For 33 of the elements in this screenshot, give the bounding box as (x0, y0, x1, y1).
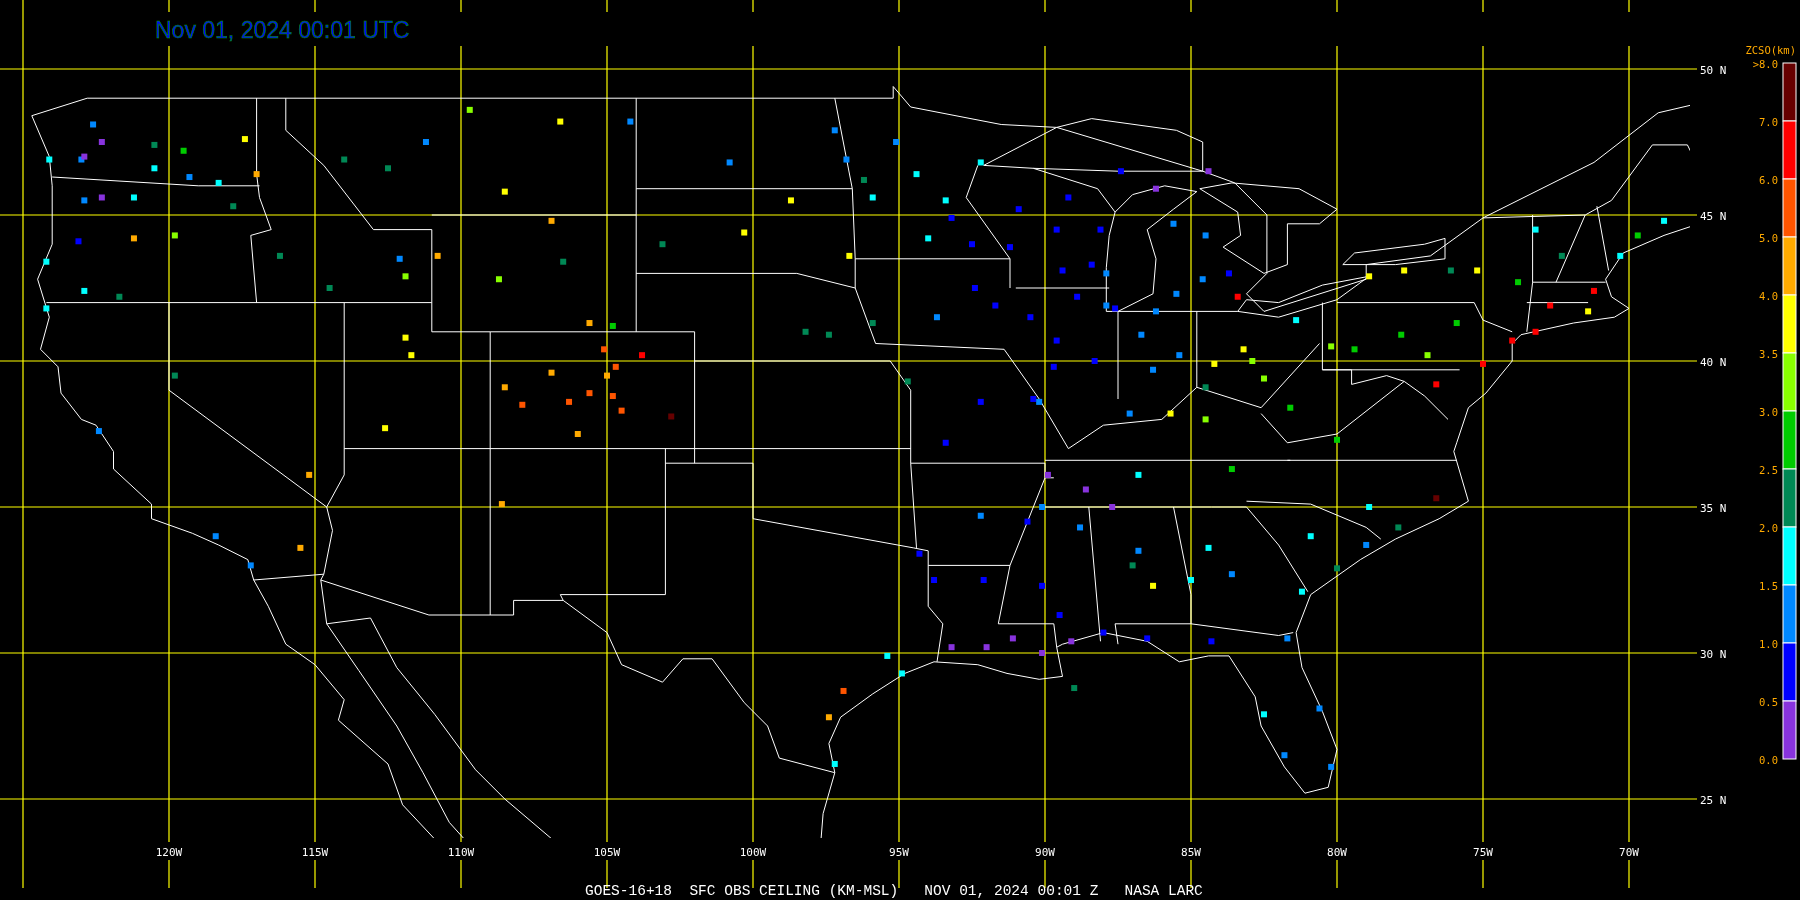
product-caption: GOES-16+18 SFC OBS CEILING (KM-MSL) NOV 01, 2024 00:01 Z NASA LARC (585, 883, 1203, 899)
longitude-label: 80W (1327, 846, 1347, 859)
legend-label: 6.0 (1759, 174, 1778, 186)
latitude-label: 45 N (1700, 210, 1727, 223)
latitude-label: 35 N (1700, 502, 1727, 515)
legend-label: 1.0 (1759, 638, 1778, 650)
legend-label: 2.5 (1759, 464, 1778, 476)
latitude-label: 50 N (1700, 64, 1727, 77)
longitude-label: 75W (1473, 846, 1493, 859)
legend-label: 0.0 (1759, 754, 1778, 766)
latitude-label: 40 N (1700, 356, 1727, 369)
latitude-label: 25 N (1700, 794, 1727, 807)
legend-title: ZCSO(km) (1745, 44, 1796, 56)
longitude-label: 120W (155, 846, 183, 859)
latitude-label: 30 N (1700, 648, 1727, 661)
legend-label: 0.5 (1759, 696, 1778, 708)
longitude-label: 90W (1035, 846, 1055, 859)
longitude-label: 85W (1181, 846, 1201, 859)
longitude-label: 70W (1619, 846, 1639, 859)
legend-label: 5.0 (1759, 232, 1778, 244)
map-timestamp-title: Nov 01, 2024 00:01 UTC (155, 17, 410, 43)
longitude-label: 100W (739, 846, 767, 859)
legend-label: 4.0 (1759, 290, 1778, 302)
longitude-label: 110W (447, 846, 475, 859)
longitude-label: 115W (301, 846, 329, 859)
legend-label: 2.0 (1759, 522, 1778, 534)
legend-label: 7.0 (1759, 116, 1778, 128)
legend-label: >8.0 (1752, 58, 1778, 70)
legend-label: 3.0 (1759, 406, 1778, 418)
legend-label: 1.5 (1759, 580, 1778, 592)
legend-label: 3.5 (1759, 348, 1778, 360)
longitude-label: 105W (593, 846, 621, 859)
longitude-label: 95W (889, 846, 909, 859)
